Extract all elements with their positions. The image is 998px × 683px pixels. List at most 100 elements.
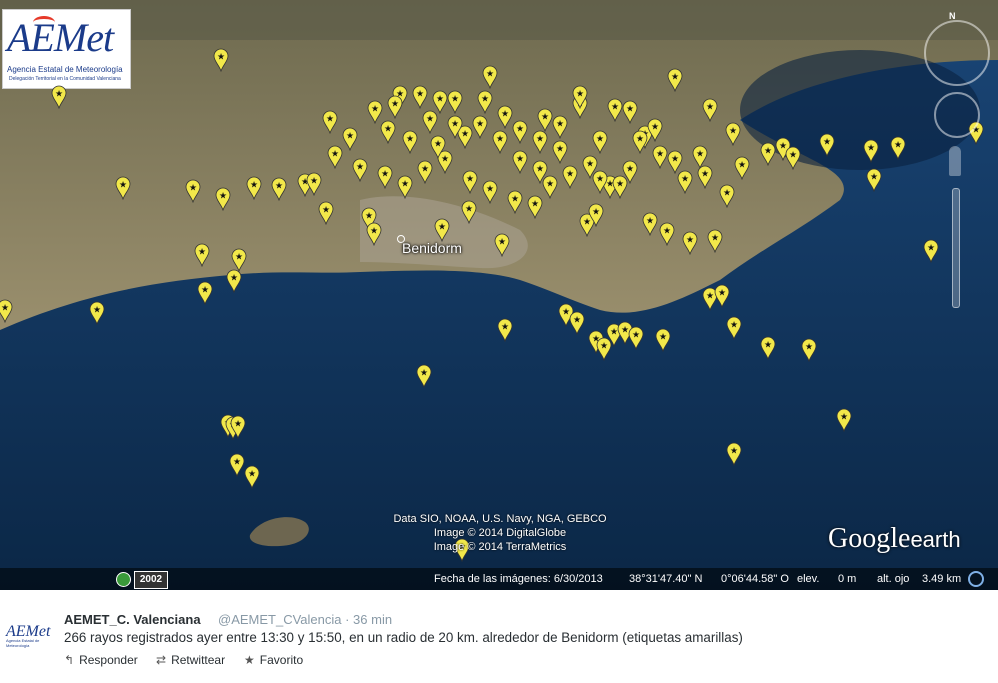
lightning-pin-icon[interactable]: ★	[655, 328, 671, 353]
lightning-pin-icon[interactable]: ★	[447, 90, 463, 115]
lightning-pin-icon[interactable]: ★	[726, 316, 742, 341]
lightning-pin-icon[interactable]: ★	[472, 115, 488, 140]
lightning-pin-icon[interactable]: ★	[416, 364, 432, 389]
lightning-pin-icon[interactable]: ★	[866, 168, 882, 193]
lightning-pin-icon[interactable]: ★	[322, 110, 338, 135]
lightning-pin-icon[interactable]: ★	[89, 301, 105, 326]
lightning-pin-icon[interactable]: ★	[707, 229, 723, 254]
lightning-pin-icon[interactable]: ★	[714, 284, 730, 309]
lightning-pin-icon[interactable]: ★	[628, 326, 644, 351]
zoom-slider[interactable]	[952, 188, 960, 308]
lightning-pin-icon[interactable]: ★	[632, 130, 648, 155]
lightning-pin-icon[interactable]: ★	[682, 231, 698, 256]
lightning-pin-icon[interactable]: ★	[607, 98, 623, 123]
lightning-pin-icon[interactable]: ★	[537, 108, 553, 133]
compass-ring[interactable]	[924, 20, 990, 86]
lightning-pin-icon[interactable]: ★	[229, 453, 245, 478]
lightning-pin-icon[interactable]: ★	[432, 90, 448, 115]
lightning-pin-icon[interactable]: ★	[512, 120, 528, 145]
lightning-pin-icon[interactable]: ★	[512, 150, 528, 175]
lightning-pin-icon[interactable]: ★	[342, 127, 358, 152]
lightning-pin-icon[interactable]: ★	[552, 140, 568, 165]
lightning-pin-icon[interactable]: ★	[492, 130, 508, 155]
lightning-pin-icon[interactable]: ★	[387, 95, 403, 120]
lightning-pin-icon[interactable]: ★	[226, 269, 242, 294]
lightning-pin-icon[interactable]: ★	[734, 156, 750, 181]
imagery-year-badge[interactable]: 2002	[134, 571, 168, 589]
lightning-pin-icon[interactable]: ★	[397, 175, 413, 200]
lightning-pin-icon[interactable]: ★	[726, 442, 742, 467]
lightning-pin-icon[interactable]: ★	[318, 201, 334, 226]
lightning-pin-icon[interactable]: ★	[215, 187, 231, 212]
lightning-pin-icon[interactable]: ★	[0, 299, 13, 324]
tweet-handle-time[interactable]: @AEMET_CValencia · 36 min	[218, 612, 392, 627]
lightning-pin-icon[interactable]: ★	[402, 130, 418, 155]
lightning-pin-icon[interactable]: ★	[642, 212, 658, 237]
lightning-pin-icon[interactable]: ★	[562, 165, 578, 190]
lightning-pin-icon[interactable]: ★	[667, 68, 683, 93]
lightning-pin-icon[interactable]: ★	[801, 338, 817, 363]
lightning-pin-icon[interactable]: ★	[461, 200, 477, 225]
lightning-pin-icon[interactable]: ★	[612, 175, 628, 200]
lightning-pin-icon[interactable]: ★	[412, 85, 428, 110]
lightning-pin-icon[interactable]: ★	[819, 133, 835, 158]
lightning-pin-icon[interactable]: ★	[377, 165, 393, 190]
lightning-pin-icon[interactable]: ★	[482, 65, 498, 90]
lightning-pin-icon[interactable]: ★	[430, 135, 446, 160]
lightning-pin-icon[interactable]: ★	[552, 115, 568, 140]
lightning-pin-icon[interactable]: ★	[725, 122, 741, 147]
lightning-pin-icon[interactable]: ★	[246, 176, 262, 201]
lightning-pin-icon[interactable]: ★	[532, 160, 548, 185]
lightning-pin-icon[interactable]: ★	[569, 311, 585, 336]
lightning-pin-icon[interactable]: ★	[115, 176, 131, 201]
lightning-pin-icon[interactable]: ★	[760, 142, 776, 167]
lightning-pin-icon[interactable]: ★	[785, 146, 801, 171]
pan-control[interactable]	[934, 92, 980, 138]
avatar[interactable]: AEMet Agencia Estatal de Meteorología	[6, 623, 54, 648]
lightning-pin-icon[interactable]: ★	[697, 165, 713, 190]
lightning-pin-icon[interactable]: ★	[532, 130, 548, 155]
navigation-controls[interactable]: N	[922, 10, 992, 310]
favorite-button[interactable]: ★ Favorito	[244, 653, 303, 667]
lightning-pin-icon[interactable]: ★	[477, 90, 493, 115]
lightning-pin-icon[interactable]: ★	[494, 233, 510, 258]
lightning-pin-icon[interactable]: ★	[702, 98, 718, 123]
lightning-pin-icon[interactable]: ★	[592, 170, 608, 195]
lightning-pin-icon[interactable]: ★	[462, 170, 478, 195]
retweet-button[interactable]: ⇄ Retwittear	[156, 653, 225, 667]
historical-imagery-clock-icon[interactable]	[116, 572, 131, 587]
lightning-pin-icon[interactable]: ★	[230, 415, 246, 440]
lightning-pin-icon[interactable]: ★	[352, 158, 368, 183]
lightning-pin-icon[interactable]: ★	[572, 85, 588, 110]
lightning-pin-icon[interactable]: ★	[592, 130, 608, 155]
lightning-pin-icon[interactable]: ★	[447, 115, 463, 140]
lightning-pin-icon[interactable]: ★	[327, 145, 343, 170]
lightning-pin-icon[interactable]: ★	[434, 218, 450, 243]
lightning-pin-icon[interactable]: ★	[647, 118, 663, 143]
street-view-icon[interactable]	[949, 146, 961, 176]
lightning-pin-icon[interactable]: ★	[622, 100, 638, 125]
lightning-pin-icon[interactable]: ★	[306, 172, 322, 197]
tweet-author-name[interactable]: AEMET_C. Valenciana	[64, 612, 201, 627]
lightning-pin-icon[interactable]: ★	[588, 203, 604, 228]
lightning-pin-icon[interactable]: ★	[659, 222, 675, 247]
lightning-pin-icon[interactable]: ★	[197, 281, 213, 306]
lightning-pin-icon[interactable]: ★	[497, 318, 513, 343]
lightning-pin-icon[interactable]: ★	[760, 336, 776, 361]
lightning-pin-icon[interactable]: ★	[51, 85, 67, 110]
lightning-pin-icon[interactable]: ★	[380, 120, 396, 145]
lightning-pin-icon[interactable]: ★	[213, 48, 229, 73]
lightning-pin-icon[interactable]: ★	[836, 408, 852, 433]
lightning-pin-icon[interactable]: ★	[185, 179, 201, 204]
lightning-pin-icon[interactable]: ★	[244, 465, 260, 490]
lightning-pin-icon[interactable]: ★	[482, 180, 498, 205]
reply-button[interactable]: ↰ Responder	[64, 653, 138, 667]
lightning-pin-icon[interactable]: ★	[271, 177, 287, 202]
lightning-pin-icon[interactable]: ★	[719, 184, 735, 209]
lightning-pin-icon[interactable]: ★	[677, 170, 693, 195]
lightning-pin-icon[interactable]: ★	[366, 222, 382, 247]
satellite-map[interactable]: AEMet Agencia Estatal de Meteorología De…	[0, 0, 998, 590]
lightning-pin-icon[interactable]: ★	[417, 160, 433, 185]
lightning-pin-icon[interactable]: ★	[890, 136, 906, 161]
lightning-pin-icon[interactable]: ★	[652, 145, 668, 170]
